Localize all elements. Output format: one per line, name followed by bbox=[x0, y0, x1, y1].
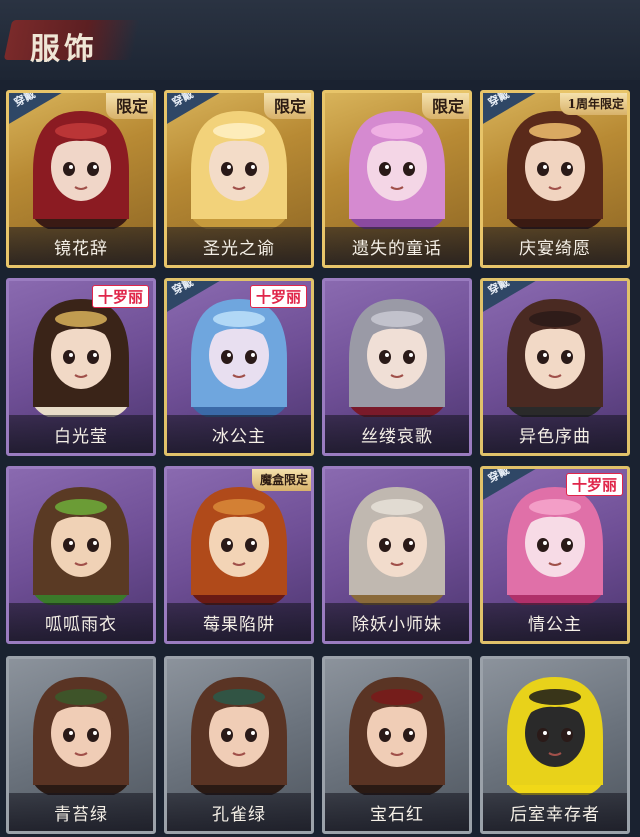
costume-tag: 限定 bbox=[421, 93, 469, 119]
costume-name: 白光莹 bbox=[54, 426, 108, 447]
costume-name-bar: 青苔绿 bbox=[9, 793, 153, 831]
costume-card[interactable]: 穿戴 异色序曲 bbox=[480, 278, 630, 456]
character-portrait bbox=[349, 299, 445, 417]
costume-name: 丝缕哀歌 bbox=[361, 426, 433, 447]
costume-card[interactable]: 后室幸存者 bbox=[480, 656, 630, 834]
character-portrait bbox=[33, 677, 129, 795]
character-portrait bbox=[191, 299, 287, 417]
page-title: 服饰 bbox=[30, 32, 98, 67]
costume-card[interactable]: 宝石红 bbox=[322, 656, 472, 834]
character-portrait bbox=[191, 111, 287, 229]
costume-card[interactable]: 青苔绿 bbox=[6, 656, 156, 834]
character-portrait bbox=[191, 677, 287, 795]
costume-name: 后室幸存者 bbox=[510, 804, 600, 825]
costume-name-bar: 呱呱雨衣 bbox=[9, 603, 153, 641]
costume-name: 冰公主 bbox=[212, 426, 266, 447]
character-portrait bbox=[349, 111, 445, 229]
costume-name-bar: 宝石红 bbox=[325, 793, 469, 831]
costume-name-bar: 镜花辞 bbox=[9, 227, 153, 265]
costume-name-bar: 除妖小师妹 bbox=[325, 603, 469, 641]
costume-name: 青苔绿 bbox=[54, 804, 108, 825]
costume-name-bar: 圣光之谕 bbox=[167, 227, 311, 265]
character-portrait bbox=[33, 487, 129, 605]
character-portrait bbox=[507, 299, 603, 417]
costume-card[interactable]: 穿戴 限定 圣光之谕 bbox=[164, 90, 314, 268]
costume-tag: 1周年限定 bbox=[559, 93, 627, 115]
costume-name-bar: 丝缕哀歌 bbox=[325, 415, 469, 453]
costume-name: 莓果陷阱 bbox=[203, 614, 275, 635]
costume-card[interactable]: 呱呱雨衣 bbox=[6, 466, 156, 644]
header-bar: 服饰 bbox=[0, 0, 640, 80]
character-portrait bbox=[507, 677, 603, 795]
costume-name-bar: 后室幸存者 bbox=[483, 793, 627, 831]
costume-name-bar: 孔雀绿 bbox=[167, 793, 311, 831]
character-portrait bbox=[191, 487, 287, 605]
costume-card[interactable]: 限定遗失的童话 bbox=[322, 90, 472, 268]
costume-card[interactable]: 穿戴 1周年限定 庆宴绮愿 bbox=[480, 90, 630, 268]
costume-card[interactable]: 魔盒限定莓果陷阱 bbox=[164, 466, 314, 644]
costume-name-bar: 庆宴绮愿 bbox=[483, 227, 627, 265]
costume-tag: 魔盒限定 bbox=[251, 469, 311, 491]
title-badge: 服饰 bbox=[3, 14, 141, 67]
costume-name-bar: 莓果陷阱 bbox=[167, 603, 311, 641]
costume-name: 庆宴绮愿 bbox=[519, 238, 591, 259]
costume-name: 呱呱雨衣 bbox=[45, 614, 117, 635]
costume-tag: 限定 bbox=[105, 93, 153, 119]
costume-card[interactable]: 十罗丽白光莹 bbox=[6, 278, 156, 456]
character-portrait bbox=[33, 111, 129, 229]
costume-card[interactable]: 穿戴 十罗丽 冰公主 bbox=[164, 278, 314, 456]
costume-name: 圣光之谕 bbox=[203, 238, 275, 259]
costume-card[interactable]: 穿戴 十罗丽 情公主 bbox=[480, 466, 630, 644]
costume-name-bar: 异色序曲 bbox=[483, 415, 627, 453]
costume-name-bar: 情公主 bbox=[483, 603, 627, 641]
costume-card[interactable]: 穿戴 限定 镜花辞 bbox=[6, 90, 156, 268]
costume-name: 情公主 bbox=[528, 614, 582, 635]
character-portrait bbox=[33, 299, 129, 417]
costume-tag: 十罗丽 bbox=[91, 285, 149, 308]
costume-card[interactable]: 丝缕哀歌 bbox=[322, 278, 472, 456]
costume-card[interactable]: 除妖小师妹 bbox=[322, 466, 472, 644]
character-portrait bbox=[507, 111, 603, 229]
costume-name: 镜花辞 bbox=[54, 238, 108, 259]
character-portrait bbox=[507, 487, 603, 605]
costume-name: 异色序曲 bbox=[519, 426, 591, 447]
costume-name-bar: 白光莹 bbox=[9, 415, 153, 453]
costume-name-bar: 冰公主 bbox=[167, 415, 311, 453]
costume-name: 遗失的童话 bbox=[352, 238, 442, 259]
costume-name: 宝石红 bbox=[370, 804, 424, 825]
costume-tag: 十罗丽 bbox=[565, 473, 623, 496]
costume-grid: 穿戴 限定 镜花辞 穿戴 限定 圣光之谕 限定 遗失的童话 穿戴 1周年限定 庆宴绮愿 十罗丽 白光莹穿… bbox=[6, 90, 634, 834]
costume-name: 孔雀绿 bbox=[212, 804, 266, 825]
costume-tag: 限定 bbox=[263, 93, 311, 119]
character-portrait bbox=[349, 677, 445, 795]
costume-tag: 十罗丽 bbox=[249, 285, 307, 308]
costume-name: 除妖小师妹 bbox=[352, 614, 442, 635]
costume-name-bar: 遗失的童话 bbox=[325, 227, 469, 265]
character-portrait bbox=[349, 487, 445, 605]
costume-card[interactable]: 孔雀绿 bbox=[164, 656, 314, 834]
